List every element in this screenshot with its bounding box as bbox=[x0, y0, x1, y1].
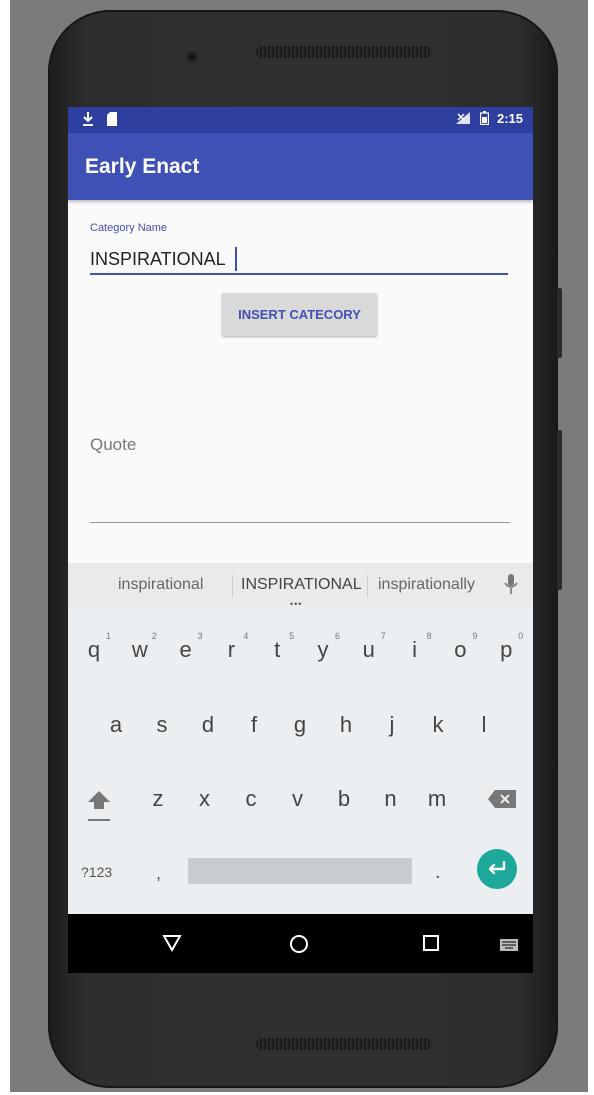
key-a[interactable]: a bbox=[93, 700, 139, 750]
key-hint-9: 9 bbox=[472, 631, 478, 641]
front-camera bbox=[188, 53, 196, 61]
key-l[interactable]: l bbox=[461, 700, 507, 750]
key-hint-6: 6 bbox=[334, 631, 340, 641]
no-signal-icon bbox=[455, 112, 470, 124]
key-j[interactable]: j bbox=[369, 700, 415, 750]
key-d[interactable]: d bbox=[185, 700, 231, 750]
navigation-bar bbox=[68, 914, 533, 973]
backspace-icon[interactable] bbox=[487, 789, 517, 809]
key-hint-7: 7 bbox=[380, 631, 386, 641]
status-bar: 2:15 bbox=[68, 107, 533, 133]
key-hint-8: 8 bbox=[426, 631, 432, 641]
suggestion-2[interactable]: INSPIRATIONAL bbox=[241, 576, 362, 594]
shift-icon[interactable] bbox=[86, 789, 112, 823]
microphone-icon[interactable] bbox=[504, 573, 518, 597]
download-icon bbox=[83, 112, 93, 126]
app-bar: Early Enact bbox=[68, 133, 533, 200]
insert-category-button[interactable]: INSERT CATECORY bbox=[222, 293, 377, 336]
back-icon[interactable] bbox=[162, 934, 182, 952]
text-cursor bbox=[235, 247, 237, 271]
bottom-speaker bbox=[256, 1038, 432, 1050]
keyboard-switch-icon[interactable] bbox=[499, 938, 519, 952]
enter-key[interactable] bbox=[477, 849, 517, 889]
key-t[interactable]: t5 bbox=[254, 625, 300, 675]
status-left-icons bbox=[82, 111, 118, 127]
key-s[interactable]: s bbox=[139, 700, 185, 750]
key-e[interactable]: e3 bbox=[163, 625, 209, 675]
key-k[interactable]: k bbox=[415, 700, 461, 750]
category-name-label: Category Name bbox=[90, 222, 168, 234]
period-key[interactable]: . bbox=[435, 861, 441, 884]
key-h[interactable]: h bbox=[323, 700, 369, 750]
category-name-input[interactable] bbox=[90, 245, 508, 275]
key-v[interactable]: v bbox=[275, 774, 321, 824]
side-button bbox=[557, 430, 562, 590]
status-time: 2:15 bbox=[496, 111, 523, 126]
soft-keyboard: inspirational INSPIRATIONAL inspirationa… bbox=[68, 563, 533, 914]
key-hint-3: 3 bbox=[197, 631, 203, 641]
key-f[interactable]: f bbox=[231, 700, 277, 750]
top-speaker bbox=[256, 46, 432, 58]
symbols-key[interactable]: ?123 bbox=[81, 864, 112, 880]
key-b[interactable]: b bbox=[321, 774, 367, 824]
key-q[interactable]: q1 bbox=[71, 625, 117, 675]
key-z[interactable]: z bbox=[135, 774, 181, 824]
suggestion-divider bbox=[367, 575, 368, 597]
volume-button bbox=[557, 288, 562, 358]
suggestion-3[interactable]: inspirationally bbox=[378, 576, 475, 594]
quote-underline bbox=[90, 522, 510, 523]
key-p[interactable]: p0 bbox=[483, 625, 529, 675]
key-m[interactable]: m bbox=[414, 774, 460, 824]
comma-key[interactable]: , bbox=[156, 863, 161, 884]
key-n[interactable]: n bbox=[368, 774, 414, 824]
key-c[interactable]: c bbox=[228, 774, 274, 824]
key-hint-2: 2 bbox=[151, 631, 157, 641]
home-icon[interactable] bbox=[288, 934, 310, 954]
suggestion-1[interactable]: inspirational bbox=[118, 576, 203, 594]
key-x[interactable]: x bbox=[182, 774, 228, 824]
spacebar[interactable] bbox=[188, 858, 412, 884]
status-right: 2:15 bbox=[455, 111, 523, 126]
key-y[interactable]: y6 bbox=[300, 625, 346, 675]
quote-field[interactable]: Quote bbox=[90, 435, 136, 455]
suggestion-strip: inspirational INSPIRATIONAL inspirationa… bbox=[68, 563, 533, 609]
key-o[interactable]: o9 bbox=[437, 625, 483, 675]
screen: 2:15 Early Enact Category Name INSERT CA… bbox=[68, 107, 533, 973]
app-title: Early Enact bbox=[85, 155, 200, 178]
suggestion-divider bbox=[232, 575, 233, 597]
key-i[interactable]: i8 bbox=[392, 625, 438, 675]
more-suggestions-icon[interactable]: ••• bbox=[290, 599, 302, 609]
enter-icon bbox=[488, 860, 506, 875]
key-hint-5: 5 bbox=[289, 631, 295, 641]
battery-icon bbox=[480, 111, 490, 126]
key-hint-1: 1 bbox=[105, 631, 111, 641]
key-hint-4: 4 bbox=[243, 631, 249, 641]
key-g[interactable]: g bbox=[277, 700, 323, 750]
key-r[interactable]: r4 bbox=[208, 625, 254, 675]
key-hint-0: 0 bbox=[518, 631, 524, 641]
key-w[interactable]: w2 bbox=[117, 625, 163, 675]
sd-card-icon bbox=[106, 112, 117, 126]
key-u[interactable]: u7 bbox=[346, 625, 392, 675]
recents-icon[interactable] bbox=[422, 934, 440, 952]
